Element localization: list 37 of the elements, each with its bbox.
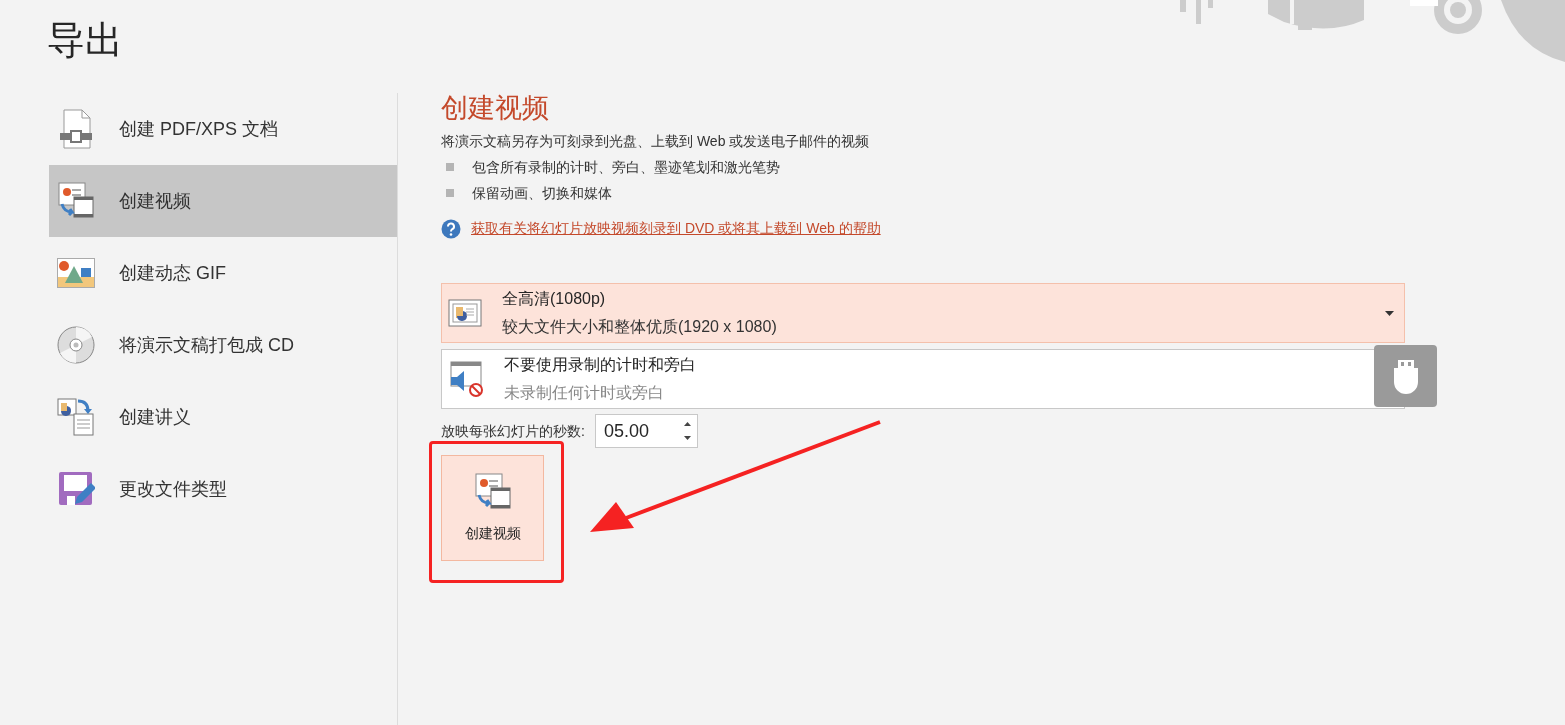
- sidebar-item[interactable]: 更改文件类型: [49, 453, 397, 525]
- section-heading: 创建视频: [441, 92, 550, 125]
- caret-icon: [1385, 310, 1394, 316]
- dropdown-subtitle: 较大文件大小和整体优质(1920 x 1080): [502, 317, 778, 338]
- disc-icon: [57, 326, 95, 364]
- create-video-button[interactable]: 创建视频: [441, 455, 544, 562]
- dropdown-subtitle: 未录制任何计时或旁白: [504, 383, 665, 404]
- dropdown-title: 全高清(1080p): [502, 289, 607, 310]
- floating-tool-button[interactable]: [1374, 345, 1437, 407]
- page-title: 导出: [47, 18, 123, 63]
- bullet-text: 包含所有录制的计时、旁白、墨迹笔划和激光笔势: [472, 158, 780, 178]
- dropdown-title: 不要使用录制的计时和旁白: [504, 355, 697, 376]
- save-pencil-icon: [57, 470, 95, 508]
- bullet-icon: [446, 163, 454, 172]
- sidebar-item[interactable]: 创建 PDF/XPS 文档: [49, 93, 397, 165]
- bullet-text: 保留动画、切换和媒体: [472, 184, 612, 204]
- picture-shapes-icon: [57, 258, 95, 288]
- spinner-arrows-icon: [683, 421, 691, 442]
- help-icon: [441, 218, 461, 239]
- dropdown[interactable]: 全高清(1080p) 较大文件大小和整体优质(1920 x 1080): [441, 283, 1405, 344]
- sidebar-item[interactable]: 创建动态 GIF: [49, 237, 397, 309]
- bullet-icon: [446, 189, 454, 198]
- slide-icon: [448, 299, 482, 328]
- seconds-spinner[interactable]: 05.00: [594, 414, 698, 449]
- help-link[interactable]: 获取有关将幻灯片放映视频刻录到 DVD 或将其上载到 Web 的帮助: [471, 218, 881, 240]
- seconds-label: 放映每张幻灯片的秒数:: [441, 421, 585, 441]
- plug-icon: [1391, 358, 1420, 394]
- film-speaker-muted-icon: [448, 361, 484, 398]
- document-icon: [57, 109, 95, 149]
- slide-to-film-icon: [57, 182, 95, 220]
- description-text: 将演示文稿另存为可刻录到光盘、上载到 Web 或发送电子邮件的视频: [441, 132, 871, 152]
- sidebar-item[interactable]: 创建视频: [49, 165, 397, 237]
- dropdown[interactable]: 不要使用录制的计时和旁白 未录制任何计时或旁白: [441, 349, 1405, 410]
- slide-to-film-icon: [474, 472, 511, 511]
- handout-pages-icon: [57, 398, 95, 436]
- sidebar-item[interactable]: 将演示文稿打包成 CD: [49, 309, 397, 381]
- sidebar-item[interactable]: 创建讲义: [49, 381, 397, 453]
